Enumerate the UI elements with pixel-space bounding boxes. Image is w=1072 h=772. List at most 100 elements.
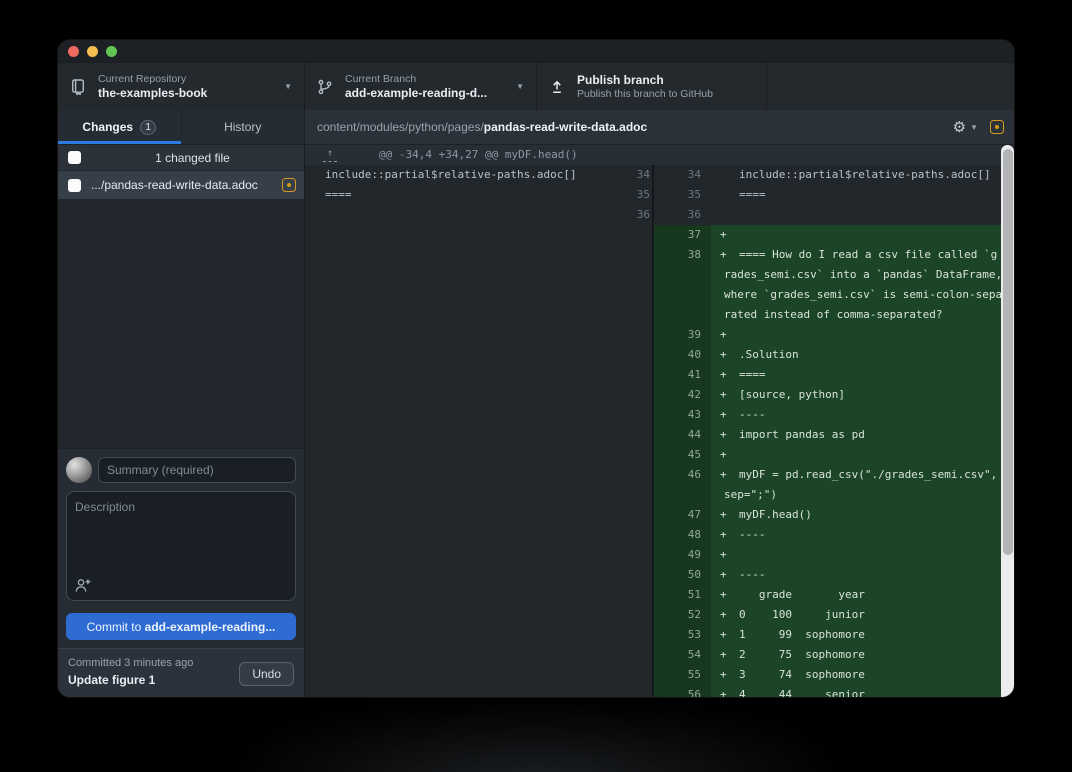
commit-summary-input[interactable]: [98, 457, 296, 483]
current-branch-button[interactable]: Current Branch add-example-reading-d... …: [305, 63, 537, 110]
diff-old-line-number: [610, 305, 650, 325]
select-all-checkbox[interactable]: [68, 151, 81, 164]
hunk-header-text: @@ -34,4 +34,27 @@ myDF.head(): [379, 145, 578, 165]
diff-new-side: rated instead of comma-separated?: [652, 305, 1014, 325]
diff-old-line-number: [610, 585, 650, 605]
diff-new-side: 42+[source, python]: [652, 385, 1014, 405]
diff-new-text: 2 75 sophomore: [739, 645, 1014, 665]
diff-new-side: 50+----: [652, 565, 1014, 585]
diff-old-line-number: [610, 285, 650, 305]
diff-old-text: [305, 425, 610, 445]
diff-new-text: [739, 225, 1014, 245]
diff-row: sep=";"): [305, 485, 1014, 505]
diff-row: rated instead of comma-separated?: [305, 305, 1014, 325]
diff-add-marker: +: [711, 445, 739, 465]
diff-row: 55+3 74 sophomore: [305, 665, 1014, 685]
diff-old-text: [305, 545, 610, 565]
diff-old-line-number: [610, 565, 650, 585]
diff-row: ↑ @@ -34,4 +34,27 @@ myDF.head(): [305, 145, 1014, 165]
diff-old-text: [305, 465, 610, 485]
diff-new-text: [source, python]: [739, 385, 1014, 405]
diff-row: 37+: [305, 225, 1014, 245]
diff-old-line-number: [610, 505, 650, 525]
diff-add-marker: [711, 165, 739, 185]
diff-add-marker: +: [711, 325, 739, 345]
commit-button[interactable]: Commit to add-example-reading...: [66, 613, 296, 640]
diff-old-text: [305, 605, 610, 625]
diff-new-line-number: 37: [654, 225, 711, 245]
diff-row: 47+myDF.head(): [305, 505, 1014, 525]
avatar: [66, 457, 92, 483]
changes-count-badge: 1: [140, 120, 156, 135]
diff-old-text: [305, 485, 610, 505]
diff-row: ====3535====: [305, 185, 1014, 205]
diff-rows: ↑ @@ -34,4 +34,27 @@ myDF.head()include::…: [305, 145, 1014, 697]
diff-add-marker: +: [711, 685, 739, 697]
upload-arrow-icon: [549, 79, 565, 95]
file-row[interactable]: .../pandas-read-write-data.adoc: [58, 171, 304, 199]
diff-old-line-number: 35: [610, 185, 650, 205]
diff-old-line-number: [610, 545, 650, 565]
diff-new-side: 48+----: [652, 525, 1014, 545]
scrollbar-thumb[interactable]: [1003, 149, 1013, 555]
close-window-button[interactable]: [68, 46, 79, 57]
diff-row: 52+0 100 junior: [305, 605, 1014, 625]
diff-old-text: [305, 625, 610, 645]
title-bar[interactable]: [58, 40, 1014, 62]
diff-add-marker: +: [711, 365, 739, 385]
add-coauthor-icon[interactable]: [75, 578, 91, 593]
diff-new-side: 46+myDF = pd.read_csv("./grades_semi.csv…: [652, 465, 1014, 485]
file-checkbox[interactable]: [68, 179, 81, 192]
diff-old-text: [305, 325, 610, 345]
modified-status-icon: [990, 120, 1004, 134]
diff-new-text: [739, 325, 1014, 345]
diff-old-line-number: [610, 525, 650, 545]
diff-new-line-number: 43: [654, 405, 711, 425]
file-path-bar: content/modules/python/pages/pandas-read…: [305, 110, 1014, 145]
diff-old-line-number: [610, 625, 650, 645]
diff-new-line-number: 45: [654, 445, 711, 465]
commit-description-input[interactable]: [67, 492, 295, 576]
gear-icon: ⚙: [953, 120, 966, 135]
diff-new-side: 41+====: [652, 365, 1014, 385]
diff-new-line-number: 35: [654, 185, 711, 205]
diff-old-line-number: [610, 465, 650, 485]
zoom-window-button[interactable]: [106, 46, 117, 57]
diff-old-text: [305, 305, 610, 325]
repository-label: Current Repository: [98, 73, 207, 86]
publish-branch-button[interactable]: Publish branch Publish this branch to Gi…: [537, 63, 767, 110]
current-repository-button[interactable]: Current Repository the-examples-book ▼: [58, 63, 305, 110]
diff-new-line-number: 49: [654, 545, 711, 565]
repo-book-icon: [70, 79, 86, 95]
diff-new-text: myDF = pd.read_csv("./grades_semi.csv",: [739, 465, 1014, 485]
file-path-prefix: content/modules/python/pages/: [317, 120, 484, 134]
diff-new-text: myDF.head(): [739, 505, 1014, 525]
sidebar-tabs: Changes 1 History: [58, 110, 304, 145]
diff-scrollbar[interactable]: [1001, 145, 1014, 697]
diff-new-text: sep=";"): [711, 485, 1014, 505]
diff-add-marker: +: [711, 545, 739, 565]
diff-new-line-number: 52: [654, 605, 711, 625]
minimize-window-button[interactable]: [87, 46, 98, 57]
undo-button[interactable]: Undo: [239, 662, 294, 686]
diff-new-side: 44+import pandas as pd: [652, 425, 1014, 445]
diff-new-text: ----: [739, 565, 1014, 585]
diff-new-text: 1 99 sophomore: [739, 625, 1014, 645]
diff-new-line-number: [654, 485, 711, 505]
diff-new-line-number: [654, 265, 711, 285]
last-commit-bar: Committed 3 minutes ago Update figure 1 …: [58, 648, 304, 697]
diff-row: include::partial$relative-paths.adoc[]34…: [305, 165, 1014, 185]
diff-options-button[interactable]: ⚙ ▼: [953, 120, 978, 135]
tab-history[interactable]: History: [181, 110, 305, 144]
diff-row: 46+myDF = pd.read_csv("./grades_semi.csv…: [305, 465, 1014, 485]
expand-hunk-icon[interactable]: ↑: [323, 147, 337, 162]
tab-changes[interactable]: Changes 1: [58, 110, 181, 144]
diff-new-line-number: [654, 285, 711, 305]
diff-row: 48+----: [305, 525, 1014, 545]
diff-old-text: [305, 665, 610, 685]
diff-old-text: [305, 405, 610, 425]
git-branch-icon: [317, 79, 333, 95]
chevron-down-icon: ▼: [970, 123, 978, 132]
diff-new-line-number: 47: [654, 505, 711, 525]
diff-row: 56+4 44 senior: [305, 685, 1014, 697]
